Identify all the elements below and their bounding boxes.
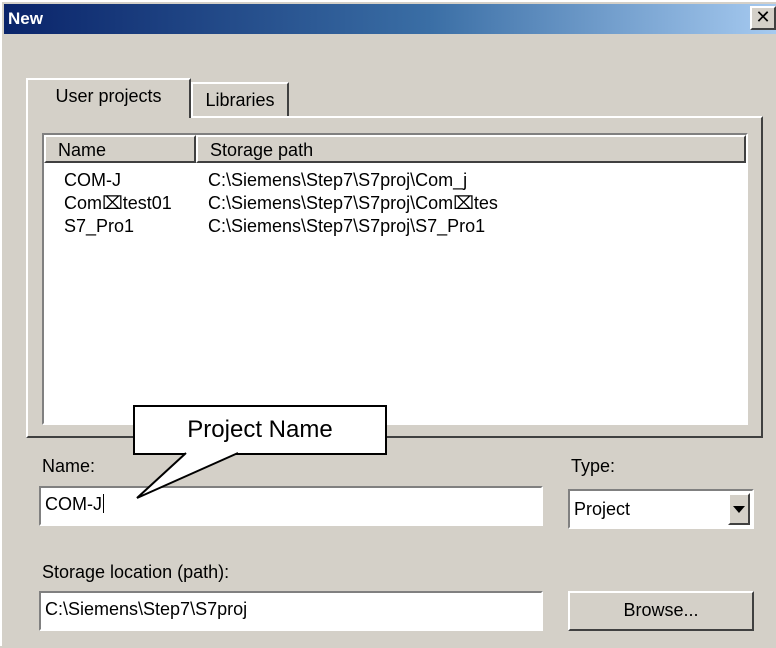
new-dialog: New ✕ User projects Libraries Name Stora… xyxy=(0,0,776,646)
callout-pointer xyxy=(136,452,239,499)
